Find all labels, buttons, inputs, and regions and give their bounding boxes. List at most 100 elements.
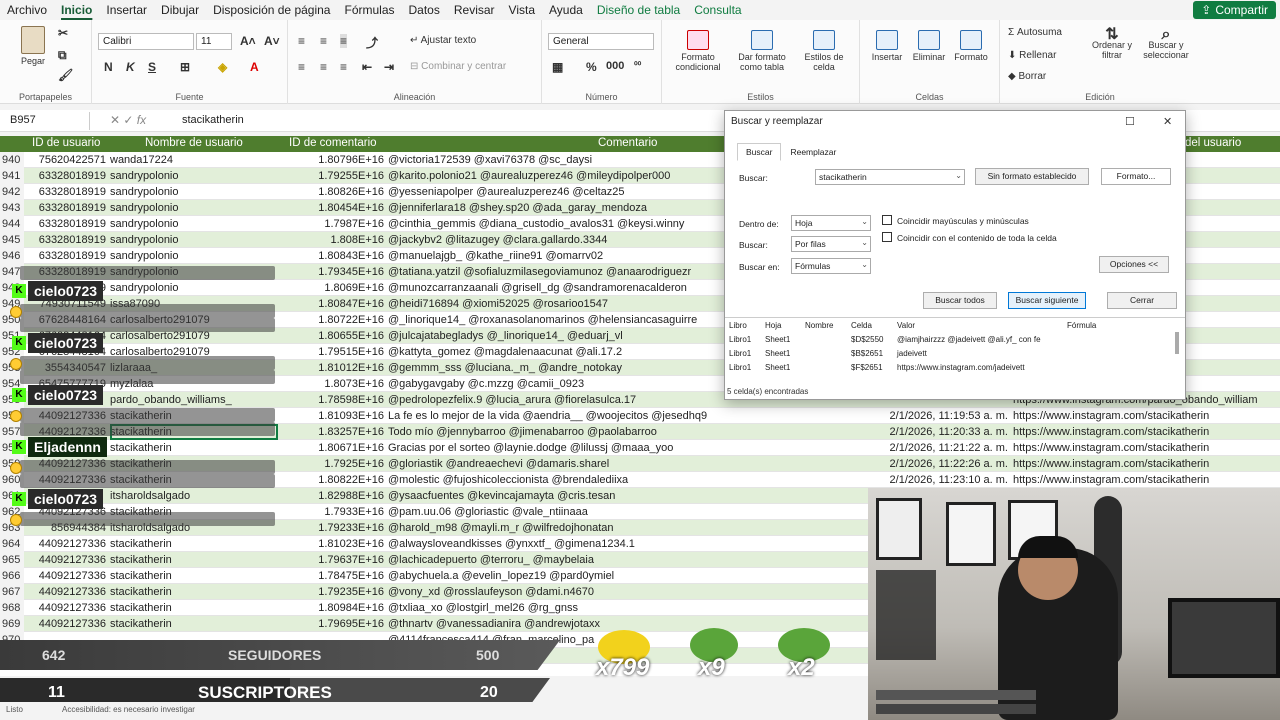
cell-user-id[interactable]: 44092127336 [30, 616, 106, 632]
cell-user-id[interactable]: 63328018919 [30, 168, 106, 184]
fill-color-icon[interactable]: ◈ [218, 60, 227, 74]
cell-comment[interactable]: Gracias por el sorteo @laynie.dodge @lil… [388, 440, 868, 456]
header-comment-id[interactable]: ID de comentario [289, 137, 377, 149]
find-select-button[interactable]: ⌕ Buscar y seleccionar [1136, 27, 1196, 61]
delete-cells-button[interactable]: Eliminar [908, 30, 950, 62]
find-what-input[interactable]: stacikatherin ⌄ [815, 169, 965, 185]
match-whole-checkbox[interactable] [882, 232, 892, 242]
paste-button[interactable]: Pegar [16, 26, 50, 66]
shrink-font-icon[interactable]: A˅ [264, 34, 280, 48]
italic-icon[interactable]: K [126, 60, 135, 74]
cell-comment-id[interactable]: 1.80984E+16 [280, 600, 384, 616]
cell-comment-id[interactable]: 1.7925E+16 [280, 456, 384, 472]
increase-indent-icon[interactable]: ⇥ [384, 60, 394, 74]
search-order-select[interactable]: Por filas ⌄ [791, 236, 871, 252]
copy-icon[interactable]: ⧉ [58, 48, 67, 63]
cell-user-id[interactable]: 63328018919 [30, 232, 106, 248]
cell-user-id[interactable]: 44092127336 [30, 536, 106, 552]
cell-user-url[interactable]: https://www.instagram.com/stacikatherin [1013, 424, 1275, 440]
cell-comment-id[interactable]: 1.79515E+16 [280, 344, 384, 360]
cell-username[interactable]: stacikatherin [110, 440, 278, 456]
accounting-icon[interactable]: ▦ [552, 60, 563, 74]
cell-user-url[interactable]: https://www.instagram.com/stacikatherin [1013, 472, 1275, 488]
tab-datos[interactable]: Datos [402, 0, 447, 20]
results-col-cell[interactable]: Celda [851, 321, 872, 330]
within-select[interactable]: Hoja ⌄ [791, 215, 871, 231]
cell-user-url[interactable]: https://www.instagram.com/stacikatherin [1013, 456, 1275, 472]
cell-comment-id[interactable]: 1.80454E+16 [280, 200, 384, 216]
font-size-select[interactable]: 11 [196, 33, 232, 50]
row-number[interactable]: 969 [0, 616, 24, 632]
decrease-indent-icon[interactable]: ⇤ [362, 60, 372, 74]
cell-comment-id[interactable]: 1.8073E+16 [280, 376, 384, 392]
insert-cells-button[interactable]: Insertar [866, 30, 908, 62]
row-number[interactable]: 944 [0, 216, 24, 232]
tab-disposicion[interactable]: Disposición de página [206, 0, 337, 20]
cell-user-id[interactable]: 75620422571 [30, 152, 106, 168]
cell-comment[interactable]: @gloriastik @andreaechevi @damaris.share… [388, 456, 868, 472]
cell-username[interactable]: sandrypolonio [110, 248, 278, 264]
header-username[interactable]: Nombre de usuario [145, 137, 243, 149]
cell-date[interactable]: 2/1/2026, 11:21:22 a. m. [872, 440, 1008, 456]
row-number[interactable]: 945 [0, 232, 24, 248]
cut-icon[interactable]: ✂ [58, 26, 68, 40]
options-button[interactable]: Opciones << [1099, 256, 1169, 273]
cell-comment-id[interactable]: 1.79235E+16 [280, 584, 384, 600]
result-row[interactable]: Libro1 Sheet1 $D$2550 @iamjhairzzz @jadeive… [725, 335, 1165, 348]
format-cells-button[interactable]: Formato [950, 30, 992, 62]
cell-comment-id[interactable]: 1.79695E+16 [280, 616, 384, 632]
row-number[interactable]: 946 [0, 248, 24, 264]
tab-ayuda[interactable]: Ayuda [542, 0, 590, 20]
tab-reemplazar[interactable]: Reemplazar [781, 143, 845, 161]
tab-inicio[interactable]: Inicio [54, 0, 99, 20]
sort-filter-button[interactable]: ⇅ Ordenar y filtrar [1088, 27, 1136, 61]
cell-comment[interactable]: @ysaacfuentes @kevincajamayta @cris.tesa… [388, 488, 868, 504]
cell-comment[interactable]: @molestic @fujoshicoleccionista @brendal… [388, 472, 868, 488]
cell-username[interactable]: stacikatherin [110, 536, 278, 552]
fx-icon[interactable]: ✕ ✓ fx [110, 113, 146, 127]
cell-comment-id[interactable]: 1.80796E+16 [280, 152, 384, 168]
table-row[interactable]: 95844092127336stacikatherin1.80671E+16Gr… [0, 440, 1280, 456]
cell-comment-id[interactable]: 1.79233E+16 [280, 520, 384, 536]
tab-archivo[interactable]: Archivo [0, 0, 54, 20]
result-row[interactable]: Libro1 Sheet1 $B$2651 jadeivett [725, 349, 1165, 362]
font-color-icon[interactable]: A [250, 60, 259, 74]
conditional-format-button[interactable]: Formato condicional [668, 30, 728, 72]
cell-username[interactable]: pardo_obando_williams_ [110, 392, 278, 408]
cell-user-url[interactable]: https://www.instagram.com/stacikatherin [1013, 440, 1275, 456]
cell-comment[interactable]: @vony_xd @rosslaufeyson @dami.n4670 [388, 584, 868, 600]
cell-comment-id[interactable]: 1.78475E+16 [280, 568, 384, 584]
cell-user-url[interactable]: https://www.instagram.com/stacikatherin [1013, 408, 1275, 424]
cell-comment-id[interactable]: 1.80722E+16 [280, 312, 384, 328]
autosum-button[interactable]: Σ Autosuma [1008, 28, 1088, 38]
cell-comment-id[interactable]: 1.80655E+16 [280, 328, 384, 344]
cell-username[interactable]: sandrypolonio [110, 168, 278, 184]
cell-user-id[interactable]: 63328018919 [30, 184, 106, 200]
cell-comment-id[interactable]: 1.79255E+16 [280, 168, 384, 184]
cell-user-id[interactable]: 44092127336 [30, 584, 106, 600]
cell-username[interactable]: wanda17224 [110, 152, 278, 168]
decimal-icon[interactable]: ⁰⁰ [634, 60, 641, 71]
cell-username[interactable]: sandrypolonio [110, 216, 278, 232]
cell-comment-id[interactable]: 1.808E+16 [280, 232, 384, 248]
header-comment[interactable]: Comentario [598, 137, 657, 149]
fill-button[interactable]: ⬇ Rellenar [1008, 51, 1088, 61]
row-number[interactable]: 966 [0, 568, 24, 584]
cell-comment-id[interactable]: 1.80826E+16 [280, 184, 384, 200]
cell-username[interactable]: stacikatherin [110, 616, 278, 632]
align-right-icon[interactable]: ≡ [340, 60, 347, 74]
cell-username[interactable]: stacikatherin [110, 568, 278, 584]
no-format-button[interactable]: Sin formato establecido [975, 168, 1089, 185]
row-number[interactable]: 941 [0, 168, 24, 184]
cell-comment[interactable]: La fe es lo mejor de la vida @aendria__ … [388, 408, 868, 424]
maximize-icon[interactable]: ☐ [1125, 115, 1135, 128]
results-col-value[interactable]: Valor [897, 321, 915, 330]
format-button[interactable]: Formato... [1101, 168, 1171, 185]
cell-username[interactable]: sandrypolonio [110, 200, 278, 216]
format-painter-icon[interactable]: 🖌 [58, 68, 73, 82]
cell-username[interactable]: sandrypolonio [110, 184, 278, 200]
cell-comment-id[interactable]: 1.83257E+16 [280, 424, 384, 440]
cell-comment-id[interactable]: 1.78598E+16 [280, 392, 384, 408]
number-format-select[interactable]: General [548, 33, 654, 50]
borders-icon[interactable]: ⊞ [180, 60, 190, 74]
